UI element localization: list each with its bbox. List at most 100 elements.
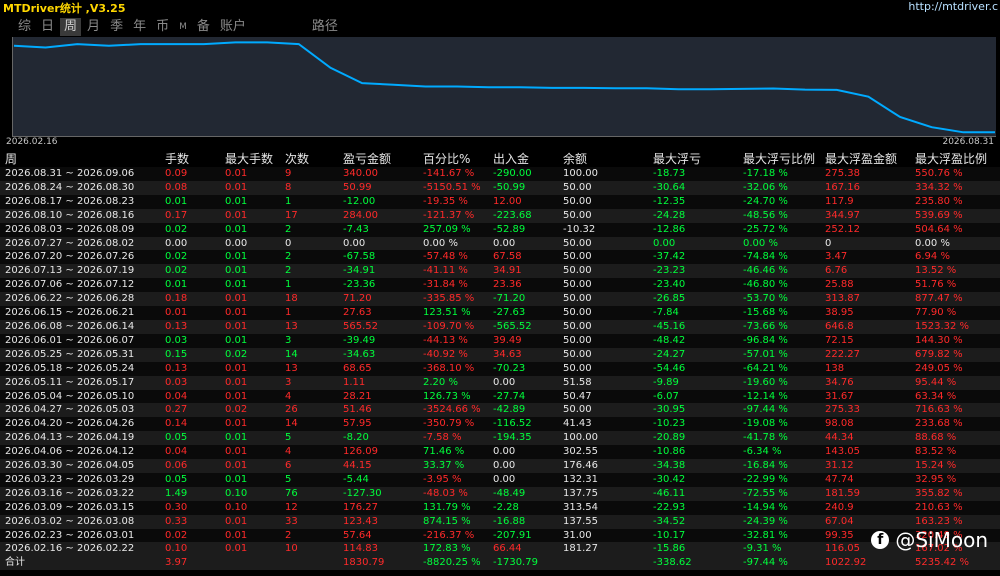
table-row[interactable]: 2026.06.22 ~ 2026.06.28 0.18 0.01 18 71.20 -3…: [0, 292, 1000, 307]
total-cell: -8820.25 %: [418, 556, 488, 571]
table-row[interactable]: 2026.03.02 ~ 2026.03.08 0.33 0.01 33 123.43 8…: [0, 514, 1000, 529]
table-row[interactable]: 2026.05.04 ~ 2026.05.10 0.04 0.01 4 28.21 126…: [0, 389, 1000, 404]
table-row[interactable]: 2026.07.20 ~ 2026.07.26 0.02 0.01 2 -67.58 -5…: [0, 250, 1000, 265]
table-row[interactable]: 2026.08.17 ~ 2026.08.23 0.01 0.01 1 -12.00 -1…: [0, 194, 1000, 209]
column-header[interactable]: 周: [0, 150, 160, 167]
column-header[interactable]: 百分比%: [418, 150, 488, 167]
tab-1[interactable]: 日: [37, 18, 58, 36]
table-cell: 143.05: [820, 445, 910, 460]
table-row[interactable]: 2026.03.30 ~ 2026.04.05 0.06 0.01 6 44.15 33.…: [0, 459, 1000, 473]
table-cell: 0.01: [220, 542, 280, 557]
table-cell: 25.88: [820, 278, 910, 293]
column-header[interactable]: 最大浮亏比例: [738, 150, 820, 167]
table-cell: 50.00: [558, 208, 648, 223]
table-row[interactable]: 2026.02.23 ~ 2026.03.01 0.02 0.01 2 57.64 -21…: [0, 528, 1000, 543]
table-cell: -223.68: [488, 208, 558, 223]
table-cell: 1: [280, 306, 338, 320]
table-row[interactable]: 2026.03.23 ~ 2026.03.29 0.05 0.01 5 -5.44 -3.…: [0, 472, 1000, 487]
table-row[interactable]: 2026.05.25 ~ 2026.05.31 0.15 0.02 14 -34.63-…: [0, 347, 1000, 362]
tab-2[interactable]: 周: [60, 18, 82, 36]
table-cell: 33.37 %: [418, 459, 488, 473]
table-cell: 5: [280, 431, 338, 446]
table-row[interactable]: 2026.07.27 ~ 2026.08.02 0.00 0.00 0 0.00 0.00…: [0, 236, 1000, 251]
table-cell: 12: [280, 500, 338, 515]
table-cell: 137.75: [558, 486, 648, 501]
table-cell: 6.94 %: [910, 250, 1000, 265]
column-header[interactable]: 最大浮盈比例: [910, 150, 1000, 167]
column-header[interactable]: 最大浮盈金额: [820, 150, 910, 167]
table-cell: -34.91: [338, 264, 418, 279]
table-cell: 77.90 %: [910, 306, 1000, 320]
table-row[interactable]: 2026.07.13 ~ 2026.07.19 0.02 0.01 2 -34.91 -4…: [0, 264, 1000, 279]
table-cell: 2026.08.31 ~ 2026.09.06: [0, 167, 160, 181]
column-header[interactable]: 手数: [160, 150, 220, 167]
table-cell: 34.76: [820, 375, 910, 390]
table-cell: 15.24 %: [910, 459, 1000, 473]
table-cell: 0.13: [160, 361, 220, 376]
table-cell: -19.60 %: [738, 375, 820, 390]
column-header[interactable]: 最大手数: [220, 150, 280, 167]
table-cell: -30.64: [648, 180, 738, 195]
tab-4[interactable]: 季: [106, 18, 127, 36]
table-row[interactable]: 2026.04.27 ~ 2026.05.03 0.27 0.02 26 51.46 -3…: [0, 403, 1000, 418]
table-row[interactable]: 2026.08.03 ~ 2026.08.09 0.02 0.01 2 -7.43 257…: [0, 222, 1000, 237]
table-row[interactable]: 2026.06.08 ~ 2026.06.14 0.13 0.01 13 565.52-…: [0, 319, 1000, 334]
tab-7[interactable]: M: [175, 18, 191, 36]
table-cell: 0.30: [160, 500, 220, 515]
column-header[interactable]: 盈亏金额: [338, 150, 418, 167]
table-cell: 57.64: [338, 528, 418, 543]
table-cell: 163.23 %: [910, 514, 1000, 529]
table-row[interactable]: 2026.06.01 ~ 2026.06.07 0.03 0.01 3 -39.49 -4…: [0, 333, 1000, 348]
table-cell: 2026.02.16 ~ 2026.02.22: [0, 542, 160, 557]
table-cell: -6.34 %: [738, 445, 820, 460]
table-cell: 50.00: [558, 403, 648, 418]
table-row[interactable]: 2026.08.31 ~ 2026.09.06 0.09 0.01 9 340.00 -1…: [0, 167, 1000, 181]
table-cell: -72.55 %: [738, 486, 820, 501]
table-row[interactable]: 2026.04.13 ~ 2026.04.19 0.05 0.01 5 -8.20 -7.…: [0, 431, 1000, 446]
table-cell: 0.00 %: [738, 236, 820, 251]
table-row[interactable]: 2026.05.18 ~ 2026.05.24 0.13 0.01 13 68.65 -3…: [0, 361, 1000, 376]
website-link[interactable]: http://mtdriver.c: [908, 0, 998, 13]
tab-9[interactable]: 账户: [216, 18, 250, 36]
tab-5[interactable]: 年: [129, 18, 150, 36]
tab-6[interactable]: 币: [152, 18, 173, 36]
tab-8[interactable]: 备: [193, 18, 214, 36]
tab-10[interactable]: 路径: [308, 18, 342, 36]
table-row[interactable]: 2026.02.16 ~ 2026.02.22 0.10 0.01 10 114.83 1…: [0, 542, 1000, 557]
table-row[interactable]: 2026.08.24 ~ 2026.08.30 0.08 0.01 8 50.99 -51…: [0, 180, 1000, 195]
table-cell: -15.68 %: [738, 306, 820, 320]
column-header[interactable]: 最大浮亏: [648, 150, 738, 167]
table-cell: 138: [820, 361, 910, 376]
table-cell: 27.63: [338, 306, 418, 320]
table-cell: -74.84 %: [738, 250, 820, 265]
table-cell: 0.00: [488, 445, 558, 460]
table-row[interactable]: 2026.08.10 ~ 2026.08.16 0.17 0.01 17 284.00-…: [0, 208, 1000, 223]
table-cell: 50.00: [558, 306, 648, 320]
table-cell: 8: [280, 180, 338, 195]
table-cell: 344.97: [820, 208, 910, 223]
column-header[interactable]: 余额: [558, 150, 648, 167]
total-cell: [558, 556, 648, 571]
table-cell: 0.00: [648, 236, 738, 251]
table-cell: 50.00: [558, 236, 648, 251]
table-cell: 131.79 %: [418, 500, 488, 515]
column-header[interactable]: 出入金: [488, 150, 558, 167]
table-row[interactable]: 2026.04.20 ~ 2026.04.26 0.14 0.01 14 57.95 -3…: [0, 417, 1000, 432]
table-row[interactable]: 2026.04.06 ~ 2026.04.12 0.04 0.01 4 126.09 71…: [0, 445, 1000, 460]
table-row[interactable]: 2026.03.09 ~ 2026.03.15 0.30 0.10 12 176.27 1…: [0, 500, 1000, 515]
table-row[interactable]: 2026.06.15 ~ 2026.06.21 0.01 0.01 1 27.63 123…: [0, 306, 1000, 320]
tab-0[interactable]: 综: [14, 18, 35, 36]
table-cell: 0.01: [220, 333, 280, 348]
table-row[interactable]: 2026.07.06 ~ 2026.07.12 0.01 0.01 1 -23.36 -3…: [0, 278, 1000, 293]
table-cell: -64.21 %: [738, 361, 820, 376]
table-cell: 123.43: [338, 514, 418, 529]
table-cell: -54.46: [648, 361, 738, 376]
column-header[interactable]: 次数: [280, 150, 338, 167]
table-cell: 18: [280, 292, 338, 307]
table-cell: -12.86: [648, 222, 738, 237]
table-row[interactable]: 2026.03.16 ~ 2026.03.22 1.49 0.10 76 -127.30…: [0, 486, 1000, 501]
table-cell: 9: [280, 167, 338, 181]
table-cell: 0.03: [160, 375, 220, 390]
table-row[interactable]: 2026.05.11 ~ 2026.05.17 0.03 0.01 3 1.11 2.20…: [0, 375, 1000, 390]
tab-3[interactable]: 月: [83, 18, 104, 36]
